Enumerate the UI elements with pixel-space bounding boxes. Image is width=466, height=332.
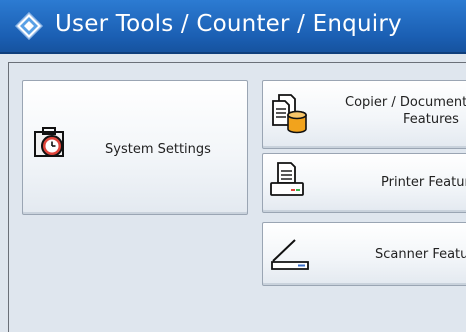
scanner-features-button[interactable]: Scanner Featu bbox=[262, 222, 466, 286]
copier-label-line1: Copier / Document bbox=[345, 95, 466, 110]
scanner-label: Scanner Featu bbox=[375, 247, 466, 262]
user-tools-diamond-icon bbox=[15, 12, 43, 40]
printer-icon bbox=[270, 162, 304, 196]
copier-icon bbox=[272, 94, 307, 134]
copier-document-features-button[interactable]: Copier / Document Features bbox=[262, 80, 466, 149]
page-title: User Tools / Counter / Enquiry bbox=[55, 11, 402, 37]
title-bar: User Tools / Counter / Enquiry bbox=[0, 0, 466, 54]
clock-case-icon bbox=[34, 127, 64, 157]
printer-features-button[interactable]: Printer Featur bbox=[262, 153, 466, 213]
scanner-icon bbox=[271, 239, 309, 270]
system-settings-button[interactable]: System Settings bbox=[22, 80, 248, 215]
printer-label: Printer Featur bbox=[381, 175, 466, 190]
system-settings-label: System Settings bbox=[105, 142, 211, 157]
copier-label-line2: Features bbox=[403, 112, 459, 127]
